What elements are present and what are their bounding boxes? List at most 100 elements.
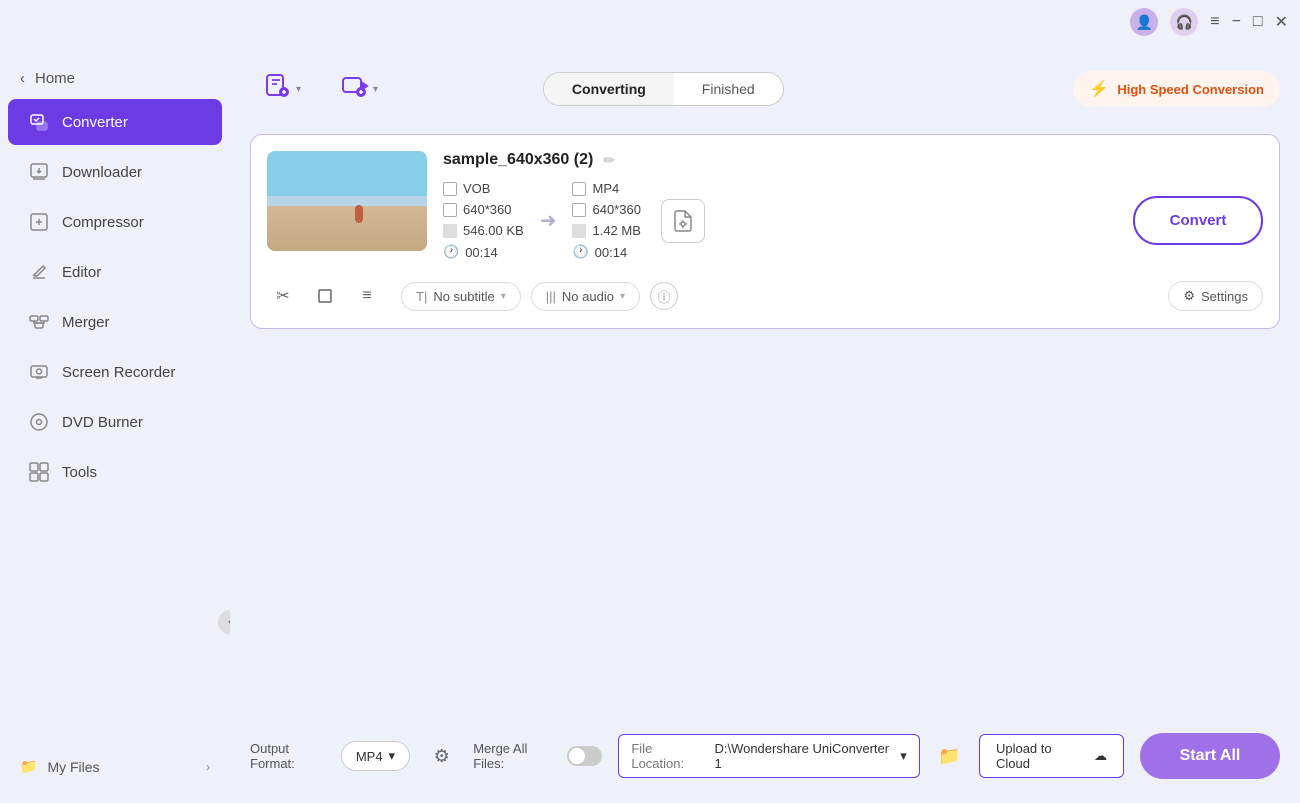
target-resolution-row: 640*360: [572, 202, 640, 217]
merge-group: Merge All Files:: [473, 741, 602, 771]
file-settings-button[interactable]: [661, 199, 705, 243]
source-format-row: VOB: [443, 181, 524, 196]
sidebar-item-converter[interactable]: Converter: [8, 99, 222, 145]
upload-cloud-button[interactable]: Upload to Cloud ☁: [979, 734, 1124, 778]
file-rename-icon[interactable]: ✏: [603, 152, 615, 169]
effects-button[interactable]: ≡: [351, 280, 383, 312]
audio-selector[interactable]: ||| No audio ▾: [531, 282, 640, 311]
file-location-path: D:\Wondershare UniConverter 1: [714, 741, 894, 771]
source-duration: 00:14: [465, 245, 498, 260]
source-size: 546.00 KB: [463, 223, 524, 238]
sidebar-item-screen-recorder[interactable]: Screen Recorder: [8, 349, 222, 395]
thumbnail-beach: [267, 151, 427, 251]
thumbnail-figure: [355, 205, 363, 223]
subtitle-dropdown-icon: ▾: [501, 291, 506, 302]
source-size-icon: [443, 224, 457, 238]
source-resolution-row: 640*360: [443, 202, 524, 217]
target-resolution: 640*360: [592, 202, 640, 217]
audio-dropdown-icon: ▾: [620, 291, 625, 302]
source-format: VOB: [463, 181, 490, 196]
sidebar-compressor-label: Compressor: [62, 214, 144, 231]
output-settings-button[interactable]: ⚙: [426, 740, 457, 772]
speed-label: High Speed Conversion: [1117, 82, 1264, 97]
sidebar-item-compressor[interactable]: Compressor: [8, 199, 222, 245]
source-resolution-icon: [443, 203, 457, 217]
video-thumbnail: [267, 151, 427, 251]
target-format-row: MP4: [572, 181, 640, 196]
format-value: MP4: [356, 749, 383, 764]
converter-icon: [28, 111, 50, 133]
cloud-icon: ☁: [1094, 748, 1107, 764]
high-speed-conversion-button[interactable]: ⚡ High Speed Conversion: [1073, 71, 1280, 107]
dvd-burner-icon: [28, 411, 50, 433]
source-format-icon: [443, 182, 457, 196]
file-action-icons: ✂ ≡: [267, 280, 383, 312]
sidebar-item-dvd-burner[interactable]: DVD Burner: [8, 399, 222, 445]
target-format-icon: [572, 182, 586, 196]
add-file-button[interactable]: ▾: [250, 64, 315, 114]
file-title: sample_640x360 (2): [443, 151, 593, 169]
my-files-label: My Files: [47, 759, 99, 775]
output-format-select[interactable]: MP4 ▾: [341, 741, 410, 771]
upload-cloud-label: Upload to Cloud: [996, 741, 1086, 771]
bottom-bar: Output Format: MP4 ▾ ⚙ Merge All Files: …: [250, 721, 1280, 783]
file-location-group: File Location: D:\Wondershare UniConvert…: [618, 734, 919, 778]
sidebar-converter-label: Converter: [62, 114, 128, 131]
support-icon[interactable]: 🎧: [1170, 8, 1198, 36]
source-format-block: VOB 640*360 546.00 KB 🕐 00:14: [443, 181, 524, 260]
sidebar-downloader-label: Downloader: [62, 164, 142, 181]
sidebar-my-files[interactable]: 📁 My Files ›: [0, 746, 230, 787]
folder-browse-button[interactable]: 📁: [936, 742, 963, 770]
sidebar-tools-label: Tools: [62, 464, 97, 481]
sidebar-item-downloader[interactable]: Downloader: [8, 149, 222, 195]
sidebar-item-merger[interactable]: Merger: [8, 299, 222, 345]
topbar: ▾ ▾ Converting Finished ⚡ High Speed Con…: [250, 64, 1280, 114]
sidebar: ‹ Home Converter Downloader: [0, 44, 230, 803]
titlebar: 👤 🎧 ≡ − □ ✕: [0, 0, 1300, 44]
merger-icon: [28, 311, 50, 333]
sidebar-home[interactable]: ‹ Home: [0, 60, 230, 97]
user-avatar-icon[interactable]: 👤: [1130, 8, 1158, 36]
audio-wave-icon: |||: [546, 289, 556, 304]
sidebar-item-editor[interactable]: Editor: [8, 249, 222, 295]
toggle-knob: [569, 748, 585, 764]
menu-button[interactable]: ≡: [1210, 13, 1219, 31]
close-button[interactable]: ✕: [1275, 12, 1288, 32]
file-formats: VOB 640*360 546.00 KB 🕐 00:14: [443, 181, 1263, 260]
tab-group: Converting Finished: [543, 72, 784, 106]
file-location-select[interactable]: D:\Wondershare UniConverter 1 ▾: [714, 741, 906, 771]
info-button[interactable]: ⓘ: [650, 282, 678, 310]
crop-button[interactable]: [309, 280, 341, 312]
tools-icon: [28, 461, 50, 483]
main-content: ▾ ▾ Converting Finished ⚡ High Speed Con…: [230, 44, 1300, 803]
subtitle-selector[interactable]: T| No subtitle ▾: [401, 282, 521, 311]
settings-button[interactable]: ⚙ Settings: [1168, 281, 1263, 311]
tab-finished[interactable]: Finished: [674, 73, 783, 105]
convert-button[interactable]: Convert: [1133, 196, 1263, 245]
sidebar-home-label: Home: [35, 70, 75, 87]
screen-recorder-icon: [28, 361, 50, 383]
target-duration-row: 🕐 00:14: [572, 244, 640, 260]
home-back-arrow: ‹: [20, 70, 25, 87]
settings-gear-icon: ⚙: [1183, 288, 1195, 304]
file-info: sample_640x360 (2) ✏ VOB 640*360: [443, 151, 1263, 260]
settings-label: Settings: [1201, 289, 1248, 304]
sidebar-item-tools[interactable]: Tools: [8, 449, 222, 495]
output-format-group: Output Format: MP4 ▾: [250, 741, 410, 771]
add-media-icon: [341, 72, 369, 106]
add-media-button[interactable]: ▾: [327, 64, 392, 114]
maximize-button[interactable]: □: [1253, 13, 1263, 31]
file-card: sample_640x360 (2) ✏ VOB 640*360: [250, 134, 1280, 329]
cut-button[interactable]: ✂: [267, 280, 299, 312]
subtitle-label: No subtitle: [433, 289, 494, 304]
editor-icon: [28, 261, 50, 283]
minimize-button[interactable]: −: [1232, 13, 1241, 31]
lightning-icon: ⚡: [1089, 79, 1109, 99]
start-all-button[interactable]: Start All: [1140, 733, 1280, 779]
file-card-top: sample_640x360 (2) ✏ VOB 640*360: [267, 151, 1263, 260]
tab-converting[interactable]: Converting: [544, 73, 674, 105]
add-file-arrow: ▾: [296, 84, 301, 95]
merge-toggle[interactable]: [567, 746, 602, 766]
file-location-dropdown-icon: ▾: [900, 748, 907, 764]
target-size: 1.42 MB: [592, 223, 640, 238]
